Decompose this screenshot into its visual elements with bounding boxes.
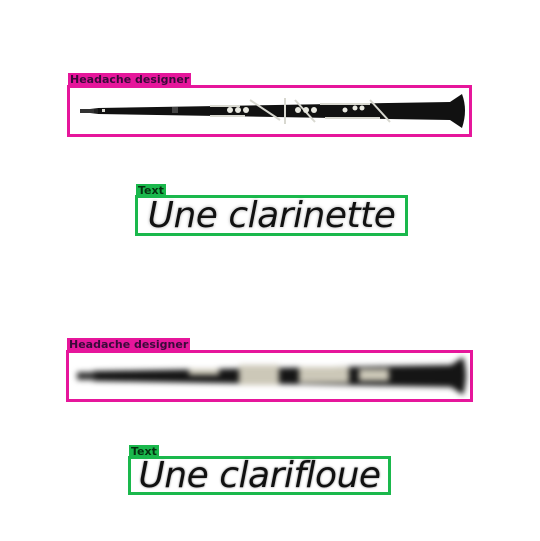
clarinet-detection-box-1: Headache designer (67, 73, 472, 137)
text-detection-box-1: Text Une clarinette (135, 184, 408, 236)
clarinet-detection-label-1: Headache designer (68, 73, 192, 86)
text-detection-box-2: Text Une clarifloue (128, 445, 391, 496)
clarinet-image-sharp (80, 94, 465, 128)
clarinet-image-blurred (77, 357, 466, 395)
caption-une-clarinette: Une clarinette (147, 195, 396, 236)
clarinet-detection-box-2: Headache designer (66, 338, 473, 402)
caption-une-clarifloue: Une clarifloue (138, 455, 381, 496)
clarinet-detection-label-2: Headache designer (67, 338, 191, 351)
